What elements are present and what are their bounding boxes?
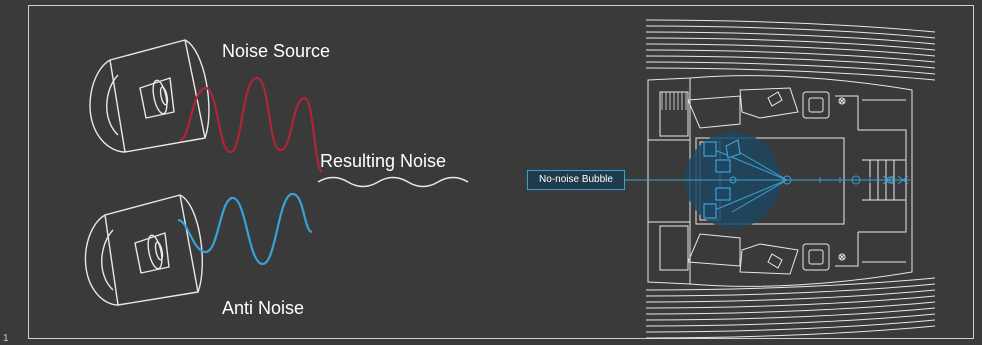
resulting-noise-label: Resulting Noise <box>320 151 447 171</box>
diagram-canvas <box>84 19 936 339</box>
noise-wave <box>179 76 323 173</box>
anti-noise-label: Anti Noise <box>222 298 305 318</box>
anti-noise-speaker <box>84 194 203 306</box>
noise-source-label: Noise Source <box>222 41 331 61</box>
noise-source-speaker <box>89 39 210 153</box>
resulting-noise-wave <box>317 176 469 188</box>
no-noise-bubble-label: No-noise Bubble <box>527 170 625 190</box>
figure-number: 1 <box>3 333 9 344</box>
